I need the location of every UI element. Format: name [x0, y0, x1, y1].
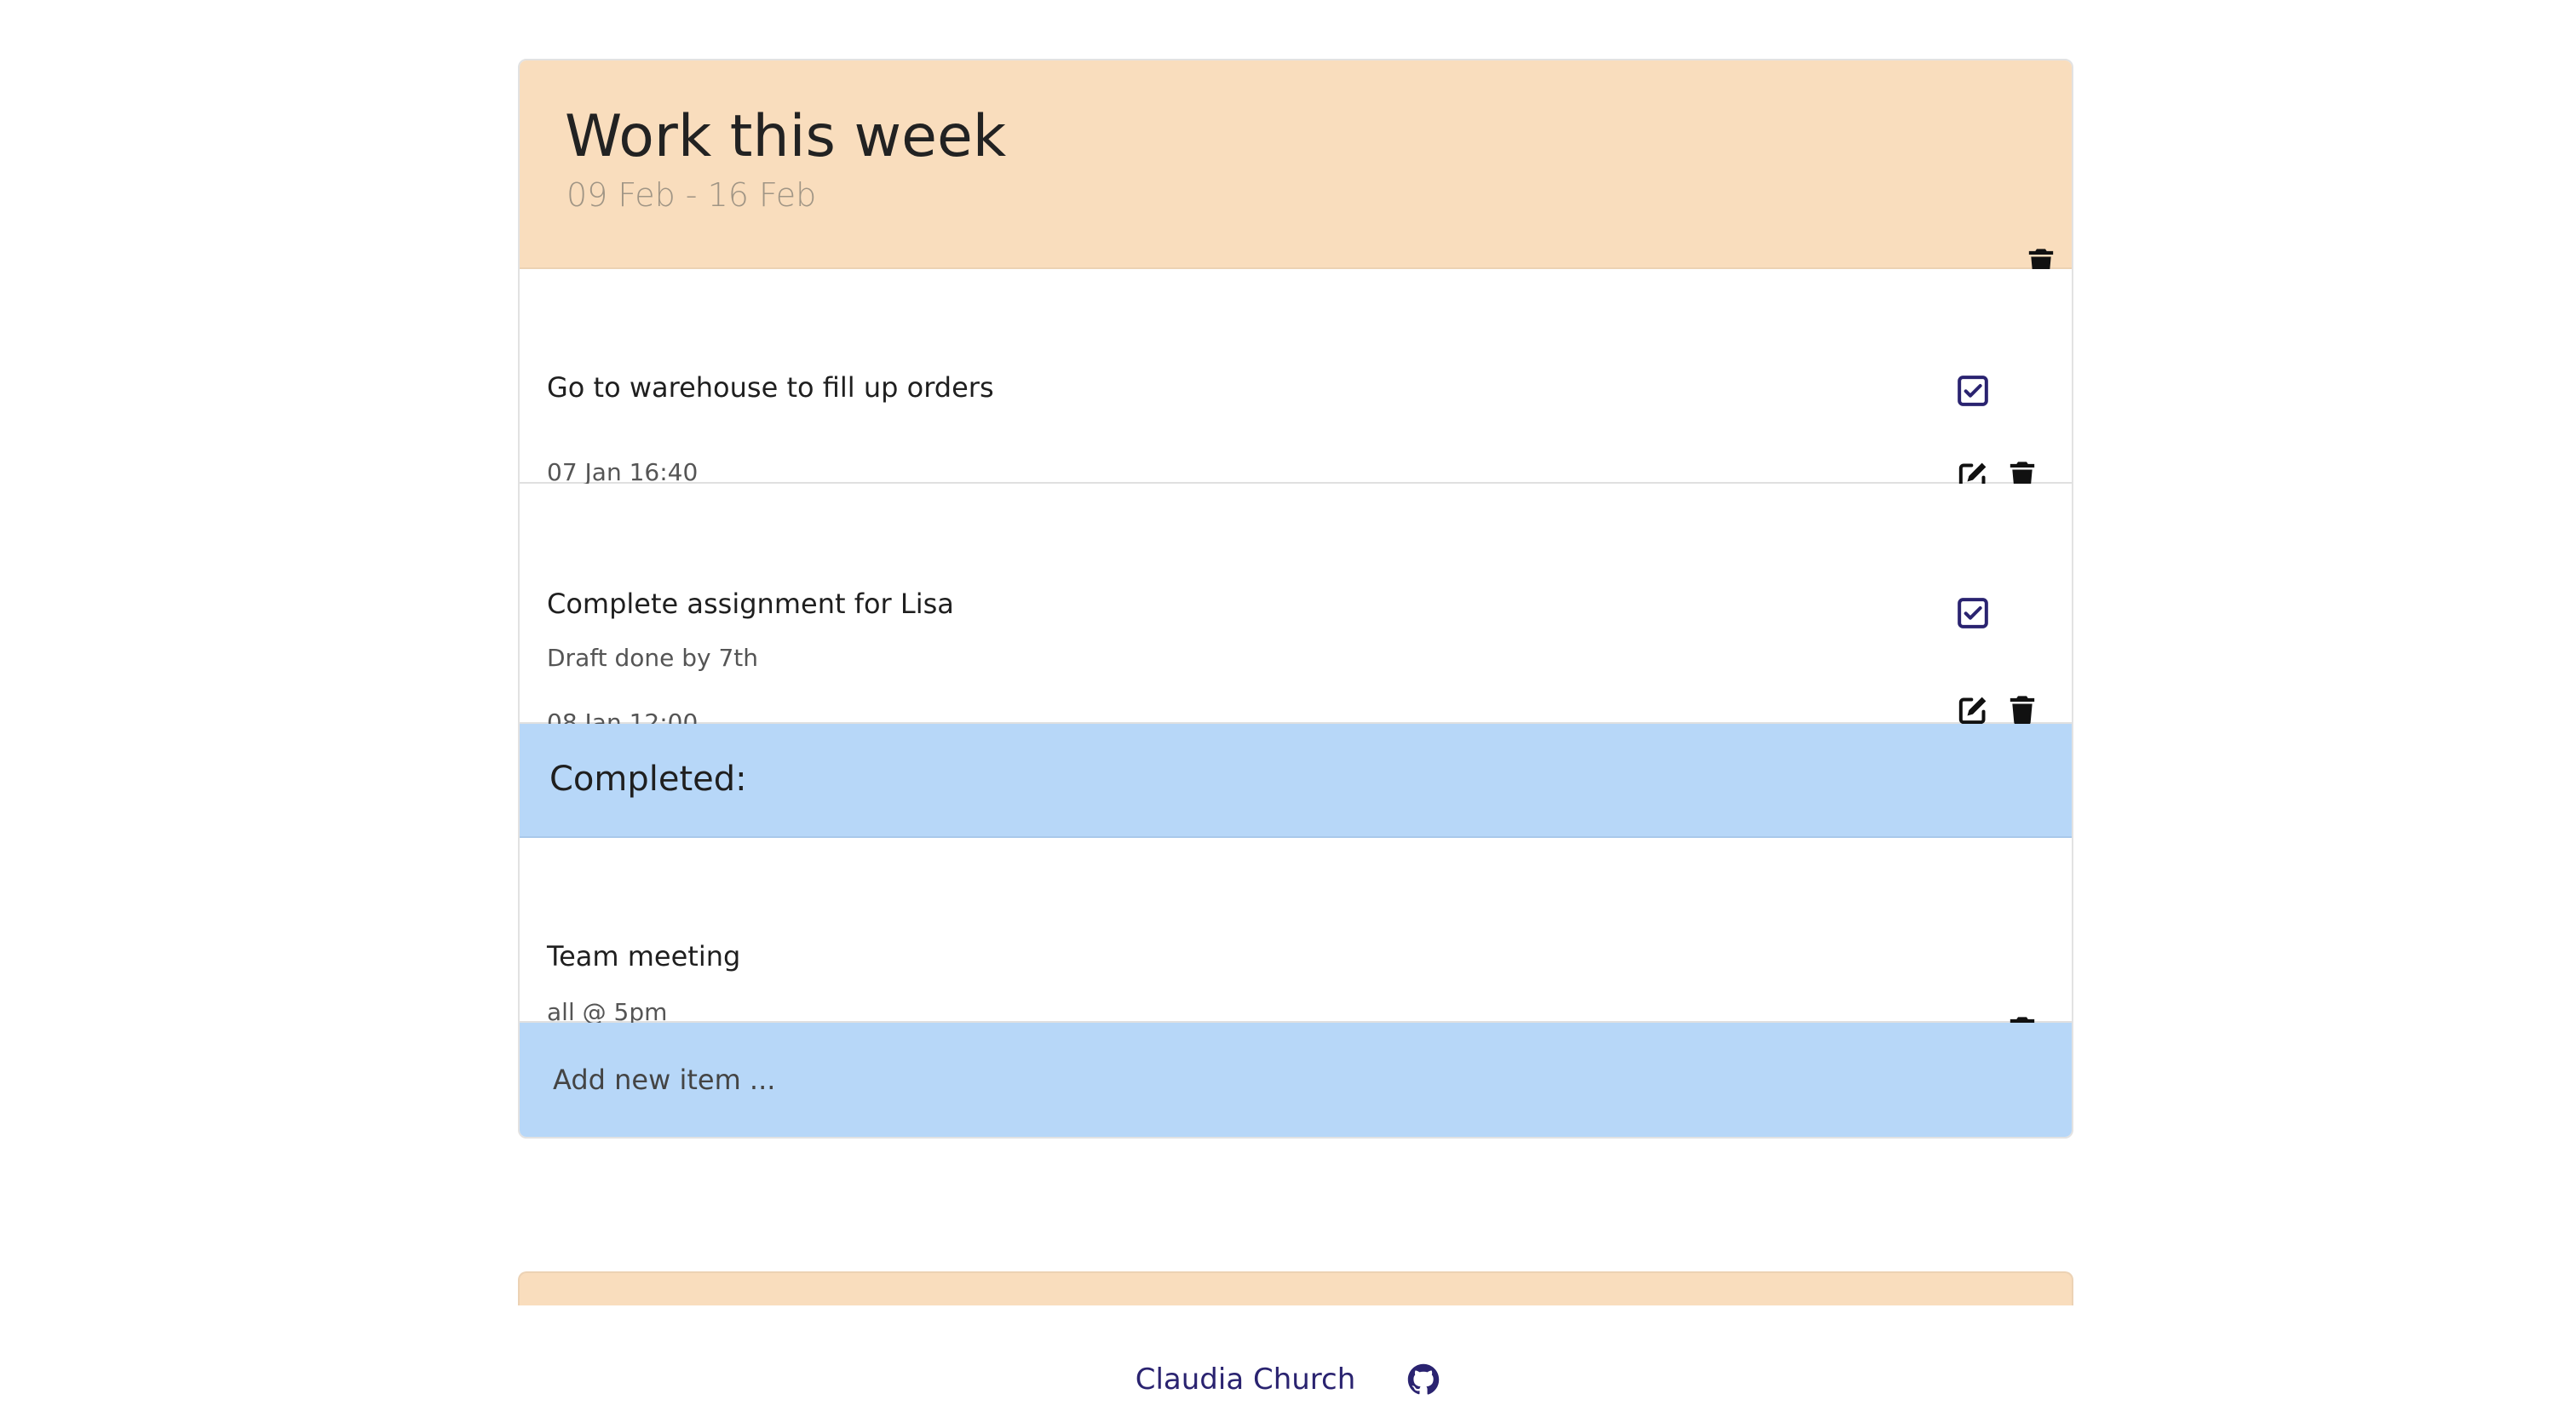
checkbox-icon — [1956, 596, 1990, 630]
add-item-bar — [520, 1023, 2072, 1137]
list-date-range: 09 Feb - 16 Feb — [566, 176, 817, 214]
completed-label: Completed: — [549, 760, 747, 799]
todo-item: Go to warehouse to fill up orders 07 Jan… — [520, 269, 2072, 490]
todo-item: Complete assignment for Lisa Draft done … — [520, 484, 2072, 737]
author-link[interactable]: Claudia Church — [1136, 1362, 1356, 1397]
item-description: Draft done by 7th — [547, 644, 759, 672]
add-item-input[interactable] — [520, 1023, 2072, 1137]
github-icon[interactable] — [1406, 1362, 1440, 1397]
edit-icon — [1956, 693, 1990, 727]
complete-checkbox[interactable] — [1954, 594, 1992, 632]
item-title: Team meeting — [547, 940, 741, 972]
list-title: Work this week — [565, 103, 1007, 170]
complete-checkbox[interactable] — [1954, 372, 1992, 410]
footer: Claudia Church — [0, 1354, 2576, 1405]
completed-item: Team meeting all @ 5pm — [520, 838, 2072, 1046]
list-card: Work this week 09 Feb - 16 Feb Go to war… — [518, 59, 2073, 1139]
item-title: Go to warehouse to fill up orders — [547, 371, 994, 404]
trash-icon — [2005, 693, 2039, 727]
completed-section-header: Completed: — [520, 724, 2072, 838]
checkbox-icon — [1956, 374, 1990, 408]
item-time: 07 Jan 16:40 — [547, 458, 699, 486]
item-title: Complete assignment for Lisa — [547, 588, 954, 620]
next-list-card — [518, 1271, 2073, 1305]
list-header: Work this week 09 Feb - 16 Feb — [520, 60, 2072, 278]
